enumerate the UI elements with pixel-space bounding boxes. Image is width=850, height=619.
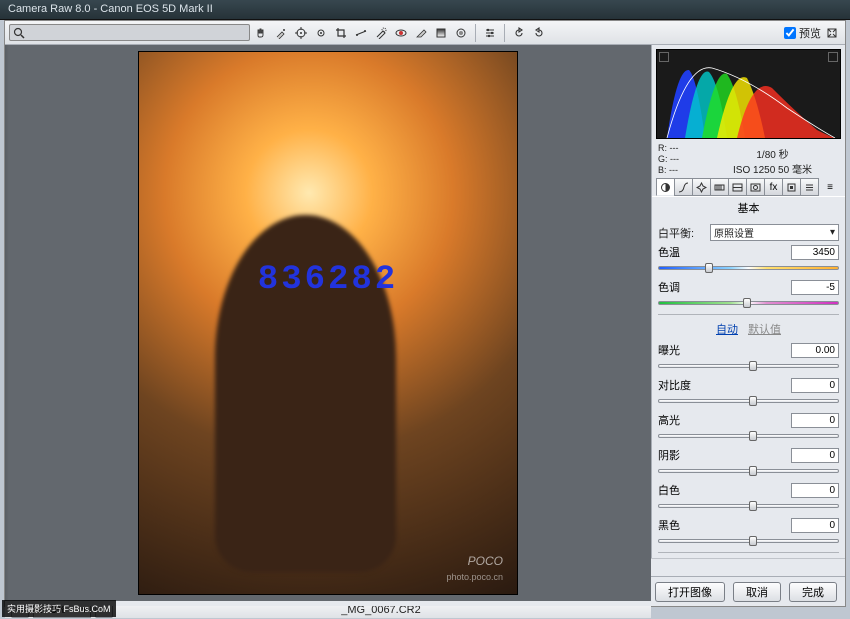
panel-menu-icon[interactable]: ≡	[818, 178, 842, 196]
adjustment-brush-tool-icon[interactable]	[412, 24, 430, 42]
watermark-url: photo.poco.cn	[446, 572, 503, 582]
temp-label: 色温	[658, 244, 791, 260]
tab-curve-icon[interactable]	[674, 178, 693, 196]
straighten-tool-icon[interactable]	[352, 24, 370, 42]
panel-tabs: fx ≡	[652, 178, 845, 196]
高光-value[interactable]: 0	[791, 413, 839, 428]
open-image-button[interactable]: 打开图像	[655, 582, 725, 602]
rotate-cw-icon[interactable]	[530, 24, 548, 42]
wb-select[interactable]: 原照设置▾	[710, 224, 839, 241]
曝光-value[interactable]: 0.00	[791, 343, 839, 358]
hand-tool-icon[interactable]	[252, 24, 270, 42]
tab-presets-icon[interactable]	[800, 178, 819, 196]
done-button[interactable]: 完成	[789, 582, 837, 602]
zoom-tool-icon[interactable]	[9, 24, 250, 41]
photo-preview: 836282 POCO photo.poco.cn	[138, 51, 518, 595]
tab-lens-icon[interactable]	[746, 178, 765, 196]
黑色-slider[interactable]	[658, 535, 839, 547]
preview-checkbox[interactable]: 预览	[784, 25, 821, 41]
阴影-label: 阴影	[658, 447, 791, 463]
panel-title: 基本	[652, 196, 845, 219]
graduated-filter-tool-icon[interactable]	[432, 24, 450, 42]
阴影-slider[interactable]	[658, 465, 839, 477]
spot-removal-tool-icon[interactable]	[372, 24, 390, 42]
高光-slider[interactable]	[658, 430, 839, 442]
白色-slider[interactable]	[658, 500, 839, 512]
white-balance-tool-icon[interactable]	[272, 24, 290, 42]
color-sampler-tool-icon[interactable]	[292, 24, 310, 42]
对比度-label: 对比度	[658, 377, 791, 393]
rotate-ccw-icon[interactable]	[510, 24, 528, 42]
image-canvas[interactable]: 836282 POCO photo.poco.cn	[5, 45, 651, 601]
watermark-poco: POCO	[468, 554, 503, 568]
fullscreen-toggle-icon[interactable]	[823, 24, 841, 42]
白色-value[interactable]: 0	[791, 483, 839, 498]
对比度-value[interactable]: 0	[791, 378, 839, 393]
wb-label: 白平衡:	[658, 225, 710, 241]
cancel-button[interactable]: 取消	[733, 582, 781, 602]
tab-basic-icon[interactable]	[656, 178, 675, 196]
preview-pane: 836282 POCO photo.poco.cn — 21.3%▾ + _MG…	[5, 45, 651, 558]
targeted-adjust-tool-icon[interactable]	[312, 24, 330, 42]
曝光-slider[interactable]	[658, 360, 839, 372]
黑色-value[interactable]: 0	[791, 518, 839, 533]
temp-slider[interactable]	[658, 262, 839, 274]
对比度-slider[interactable]	[658, 395, 839, 407]
exposure-readout: 1/80 秒 ISO 1250 50 毫米	[706, 143, 839, 176]
tab-split-icon[interactable]	[728, 178, 747, 196]
auto-link[interactable]: 自动	[716, 324, 738, 336]
tab-detail-icon[interactable]	[692, 178, 711, 196]
黑色-label: 黑色	[658, 517, 791, 533]
preferences-icon[interactable]	[481, 24, 499, 42]
crop-tool-icon[interactable]	[332, 24, 350, 42]
histogram[interactable]	[656, 49, 841, 139]
radial-filter-tool-icon[interactable]	[452, 24, 470, 42]
corner-watermark: 实用摄影技巧 FsBus.CoM	[2, 600, 116, 617]
tab-fx-icon[interactable]: fx	[764, 178, 783, 196]
default-link: 默认值	[748, 324, 781, 336]
redeye-tool-icon[interactable]	[392, 24, 410, 42]
app-frame: 预览 836282 POCO photo.poco.cn — 21.3%▾ + …	[4, 20, 846, 607]
window-title: Camera Raw 8.0 - Canon EOS 5D Mark II	[0, 0, 850, 20]
toolbar: 预览	[5, 21, 845, 45]
adjustments-panel: R: ---G: ---B: --- 1/80 秒 ISO 1250 50 毫米…	[651, 45, 845, 558]
temp-value[interactable]: 3450	[791, 245, 839, 260]
曝光-label: 曝光	[658, 342, 791, 358]
阴影-value[interactable]: 0	[791, 448, 839, 463]
tab-hsl-icon[interactable]	[710, 178, 729, 196]
白色-label: 白色	[658, 482, 791, 498]
高光-label: 高光	[658, 412, 791, 428]
tint-slider[interactable]	[658, 297, 839, 309]
tint-label: 色调	[658, 279, 791, 295]
watermark-code: 836282	[258, 261, 398, 299]
tab-calibration-icon[interactable]	[782, 178, 801, 196]
rgb-readout: R: ---G: ---B: ---	[658, 143, 706, 176]
tint-value[interactable]: -5	[791, 280, 839, 295]
